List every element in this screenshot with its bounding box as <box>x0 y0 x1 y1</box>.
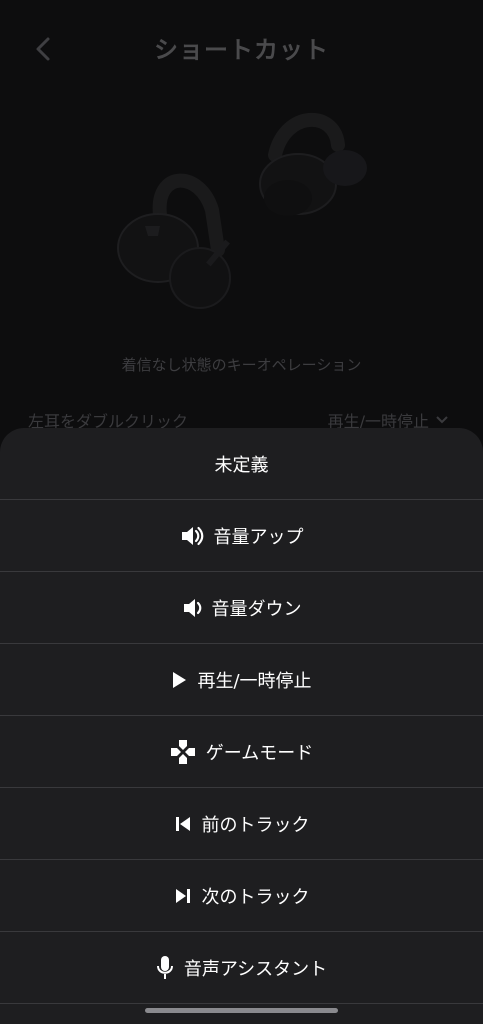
option-label: ゲームモード <box>205 742 314 764</box>
action-sheet: 未定義 音量アップ 音量ダウン 再生/一時停止 ゲームモード 前のトラック 次の… <box>0 428 483 1024</box>
home-indicator[interactable] <box>145 1008 338 1013</box>
option-label: 次のトラック <box>201 886 310 908</box>
option-label: 再生/一時停止 <box>197 670 312 692</box>
option-volume-down[interactable]: 音量ダウン <box>0 572 483 644</box>
volume-down-icon <box>183 598 201 617</box>
chevron-down-icon <box>436 416 448 424</box>
option-undefined[interactable]: 未定義 <box>0 428 483 500</box>
play-icon <box>173 671 187 688</box>
header: ショートカット <box>0 0 483 100</box>
option-volume-up[interactable]: 音量アップ <box>0 500 483 572</box>
device-subtitle: 着信なし状態のキーオペレーション <box>121 356 362 374</box>
option-label: 音量アップ <box>213 526 304 548</box>
microphone-icon <box>156 955 173 979</box>
option-next-track[interactable]: 次のトラック <box>0 860 483 932</box>
next-track-icon <box>175 888 190 903</box>
option-label: 音量ダウン <box>211 598 302 620</box>
option-voice-assistant[interactable]: 音声アシスタント <box>0 932 483 1004</box>
previous-track-icon <box>175 816 190 831</box>
page-title: ショートカット <box>154 36 329 64</box>
option-previous-track[interactable]: 前のトラック <box>0 788 483 860</box>
option-label: 未定義 <box>214 454 269 476</box>
option-label: 音声アシスタント <box>183 958 328 980</box>
option-label: 前のトラック <box>201 814 310 836</box>
option-game-mode[interactable]: ゲームモード <box>0 716 483 788</box>
volume-up-icon <box>181 526 203 545</box>
option-play-pause[interactable]: 再生/一時停止 <box>0 644 483 716</box>
gamepad-icon <box>170 739 195 764</box>
earbuds-image <box>117 113 367 309</box>
